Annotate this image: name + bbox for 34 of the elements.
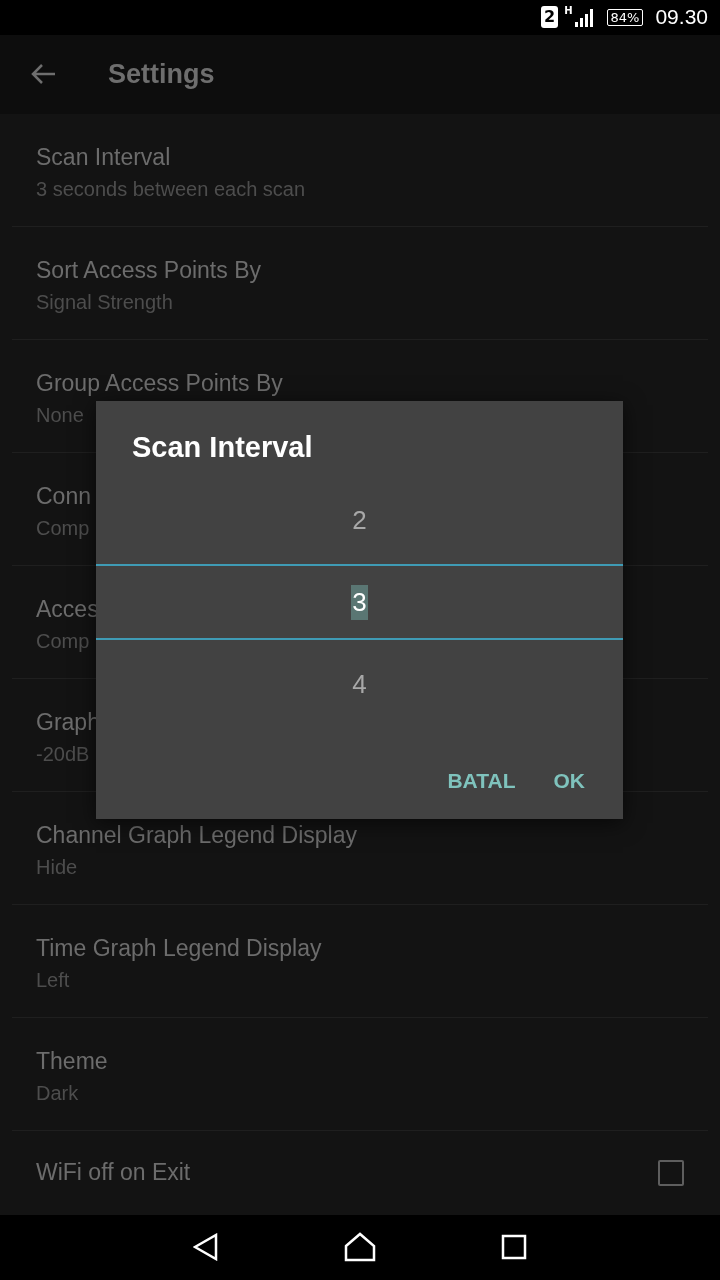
dialog-button[interactable]: BATAL xyxy=(435,759,528,803)
recents-icon[interactable] xyxy=(501,1234,528,1261)
dialog-button[interactable]: OK xyxy=(541,759,597,803)
setting-title[interactable]: Scan Interval xyxy=(36,143,171,171)
setting-summary: 3 seconds between each scan xyxy=(36,177,306,201)
clock: 09.30 xyxy=(655,5,708,30)
setting-summary: None xyxy=(36,403,84,427)
checkbox[interactable] xyxy=(658,1159,684,1186)
toolbar-title: Settings xyxy=(108,58,215,90)
setting-title[interactable]: WiFi off on Exit xyxy=(36,1159,191,1187)
setting-summary: Comp xyxy=(36,516,90,540)
setting-summary: Dark xyxy=(36,1081,79,1105)
setting-summary: Comp xyxy=(36,629,90,653)
setting-title[interactable]: Theme xyxy=(36,1047,108,1075)
setting-title[interactable]: Conn xyxy=(36,482,91,510)
back-icon[interactable] xyxy=(192,1233,219,1262)
sim-icon: 2 xyxy=(541,6,559,29)
setting-title[interactable]: Sort Access Points By xyxy=(36,256,261,284)
picker-value[interactable]: 4 xyxy=(352,668,367,700)
picker-value[interactable]: 2 xyxy=(352,504,367,536)
signal-icon xyxy=(572,7,595,28)
setting-summary: Left xyxy=(36,968,70,992)
battery-level: 84% xyxy=(606,8,644,26)
setting-title[interactable]: Group Access Points By xyxy=(36,369,283,397)
home-icon[interactable] xyxy=(344,1232,376,1263)
setting-summary: Hide xyxy=(36,855,78,879)
picker-value[interactable]: 3 xyxy=(351,584,368,620)
setting-summary: Signal Strength xyxy=(36,290,173,314)
setting-summary: -20dB xyxy=(36,742,90,766)
setting-title[interactable]: Acces xyxy=(36,595,99,623)
setting-title[interactable]: Channel Graph Legend Display xyxy=(36,821,357,849)
setting-title[interactable]: Time Graph Legend Display xyxy=(36,934,322,962)
network-type: H xyxy=(564,5,573,16)
dialog-title: Scan Interval xyxy=(132,431,314,464)
